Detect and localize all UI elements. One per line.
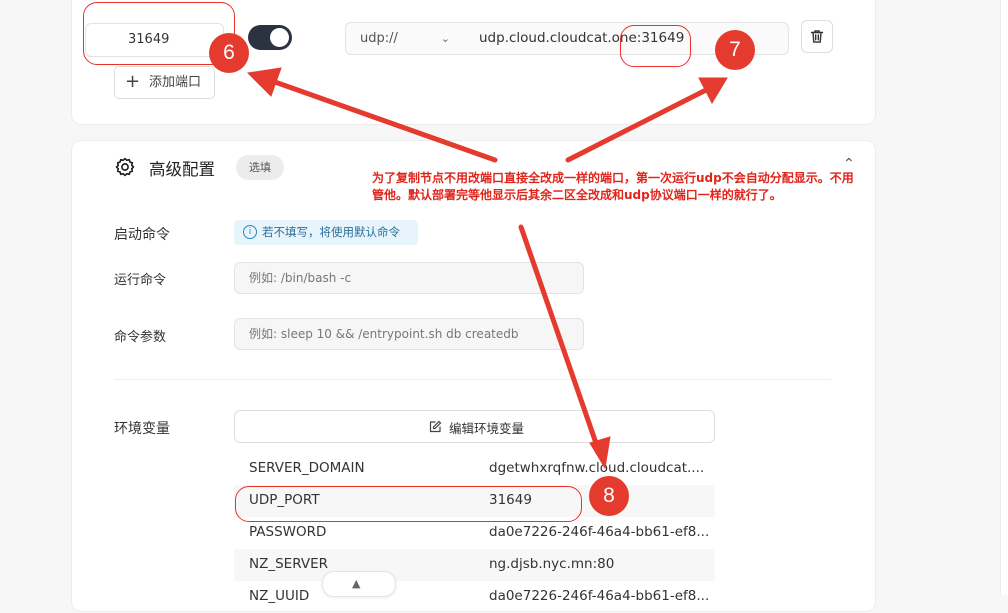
- arrowhead-6: [246, 67, 282, 97]
- arrow-line-8: [518, 224, 600, 449]
- annotation-note-line1: 为了复制节点不用改端口直接全改成一样的端口，第一次运行udp不会自动分配显示。不…: [372, 171, 854, 185]
- annotation-arrows: [246, 67, 728, 470]
- marker-8: 8: [589, 476, 629, 516]
- annotation-note: 为了复制节点不用改端口直接全改成一样的端口，第一次运行udp不会自动分配显示。不…: [372, 170, 932, 204]
- marker-6: 6: [209, 33, 249, 73]
- arrowhead-8: [589, 436, 611, 470]
- arrow-line-7: [565, 87, 709, 163]
- marker-7: 7: [715, 30, 755, 70]
- annotation-note-line2: 管他。默认部署完等他显示后其余二区全改成和udp协议端口一样的就行了。: [372, 188, 782, 202]
- arrow-line-6: [272, 79, 498, 163]
